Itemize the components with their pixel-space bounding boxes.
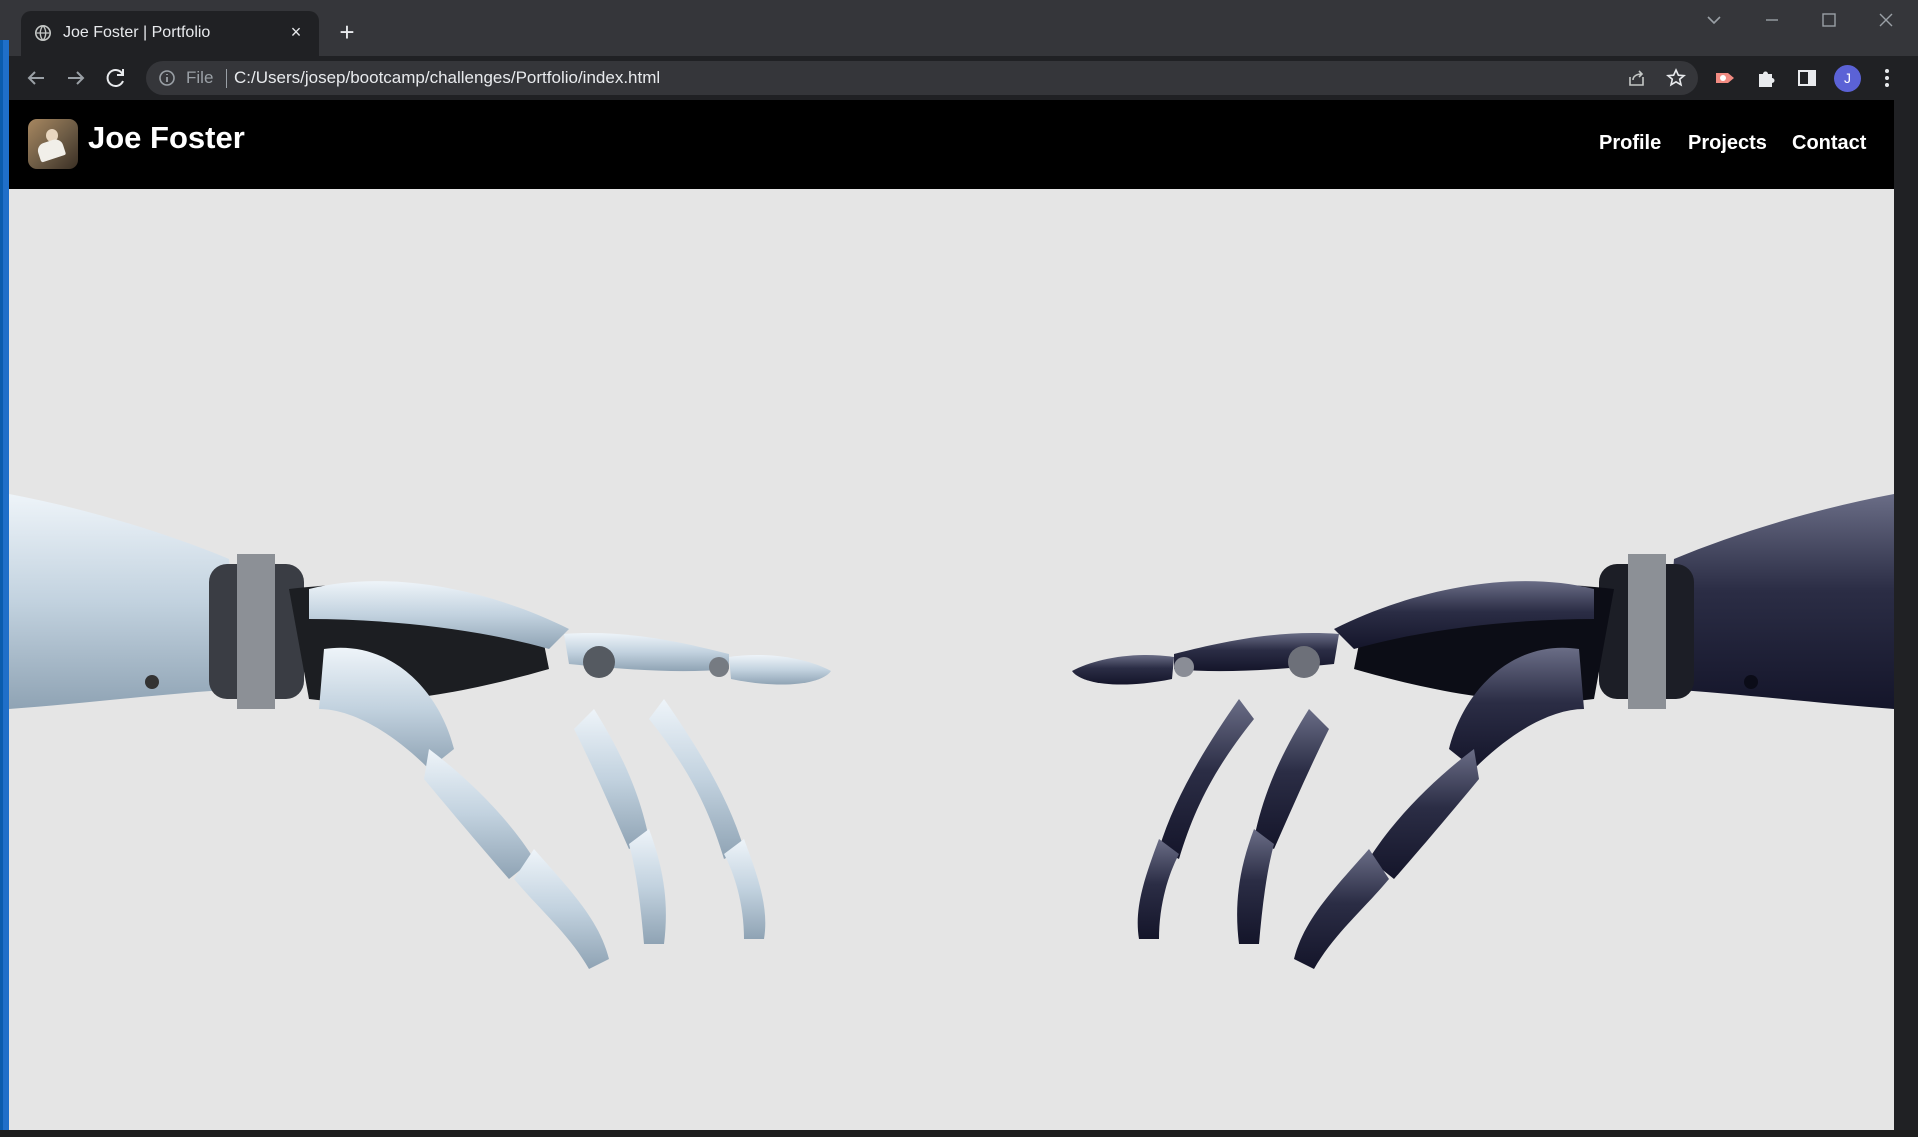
extension-record-icon[interactable] (1714, 67, 1736, 89)
tab-close-icon[interactable]: × (285, 21, 307, 43)
tab-title: Joe Foster | Portfolio (63, 24, 211, 41)
reload-icon[interactable] (102, 64, 130, 92)
extensions-puzzle-icon[interactable] (1755, 67, 1777, 89)
profile-photo-logo[interactable] (28, 119, 78, 169)
globe-icon (34, 24, 52, 42)
maximize-icon[interactable] (1809, 8, 1849, 32)
page-viewport: Joe Foster Profile Projects Contact (9, 100, 1894, 1130)
tab-search-chevron-icon[interactable] (1694, 8, 1734, 32)
minimize-icon[interactable] (1752, 8, 1792, 32)
nav-link-contact[interactable]: Contact (1792, 132, 1866, 155)
new-tab-button[interactable]: + (334, 19, 360, 45)
right-robot-hand (1072, 494, 1894, 969)
url-text[interactable]: C:/Users/josep/bootcamp/challenges/Portf… (234, 68, 660, 88)
address-bar[interactable]: File C:/Users/josep/bootcamp/challenges/… (146, 61, 1698, 95)
forward-arrow-icon[interactable] (62, 64, 90, 92)
desktop-taskbar-strip (0, 1130, 1918, 1137)
site-header: Joe Foster Profile Projects Contact (9, 100, 1894, 189)
nav-link-projects[interactable]: Projects (1688, 132, 1767, 155)
profile-avatar[interactable]: J (1834, 65, 1861, 92)
nav-link-profile[interactable]: Profile (1599, 132, 1661, 155)
bookmark-star-icon[interactable] (1666, 68, 1686, 88)
info-icon[interactable] (158, 69, 176, 87)
side-panel-icon[interactable] (1796, 67, 1818, 89)
more-menu-icon[interactable] (1876, 67, 1898, 89)
tab-strip: Joe Foster | Portfolio × + (0, 0, 1918, 56)
browser-tab[interactable]: Joe Foster | Portfolio × (21, 11, 319, 56)
url-divider (226, 69, 227, 88)
url-scheme-label: File (186, 68, 214, 87)
hero-image (9, 189, 1894, 1130)
browser-toolbar: File C:/Users/josep/bootcamp/challenges/… (0, 56, 1918, 100)
close-window-icon[interactable] (1866, 8, 1906, 32)
left-robot-hand (9, 494, 831, 969)
desktop-edge-accent (0, 40, 3, 1130)
site-title[interactable]: Joe Foster (88, 120, 245, 156)
share-icon[interactable] (1627, 68, 1647, 88)
robot-hands-illustration (9, 494, 1894, 969)
back-arrow-icon[interactable] (22, 64, 50, 92)
